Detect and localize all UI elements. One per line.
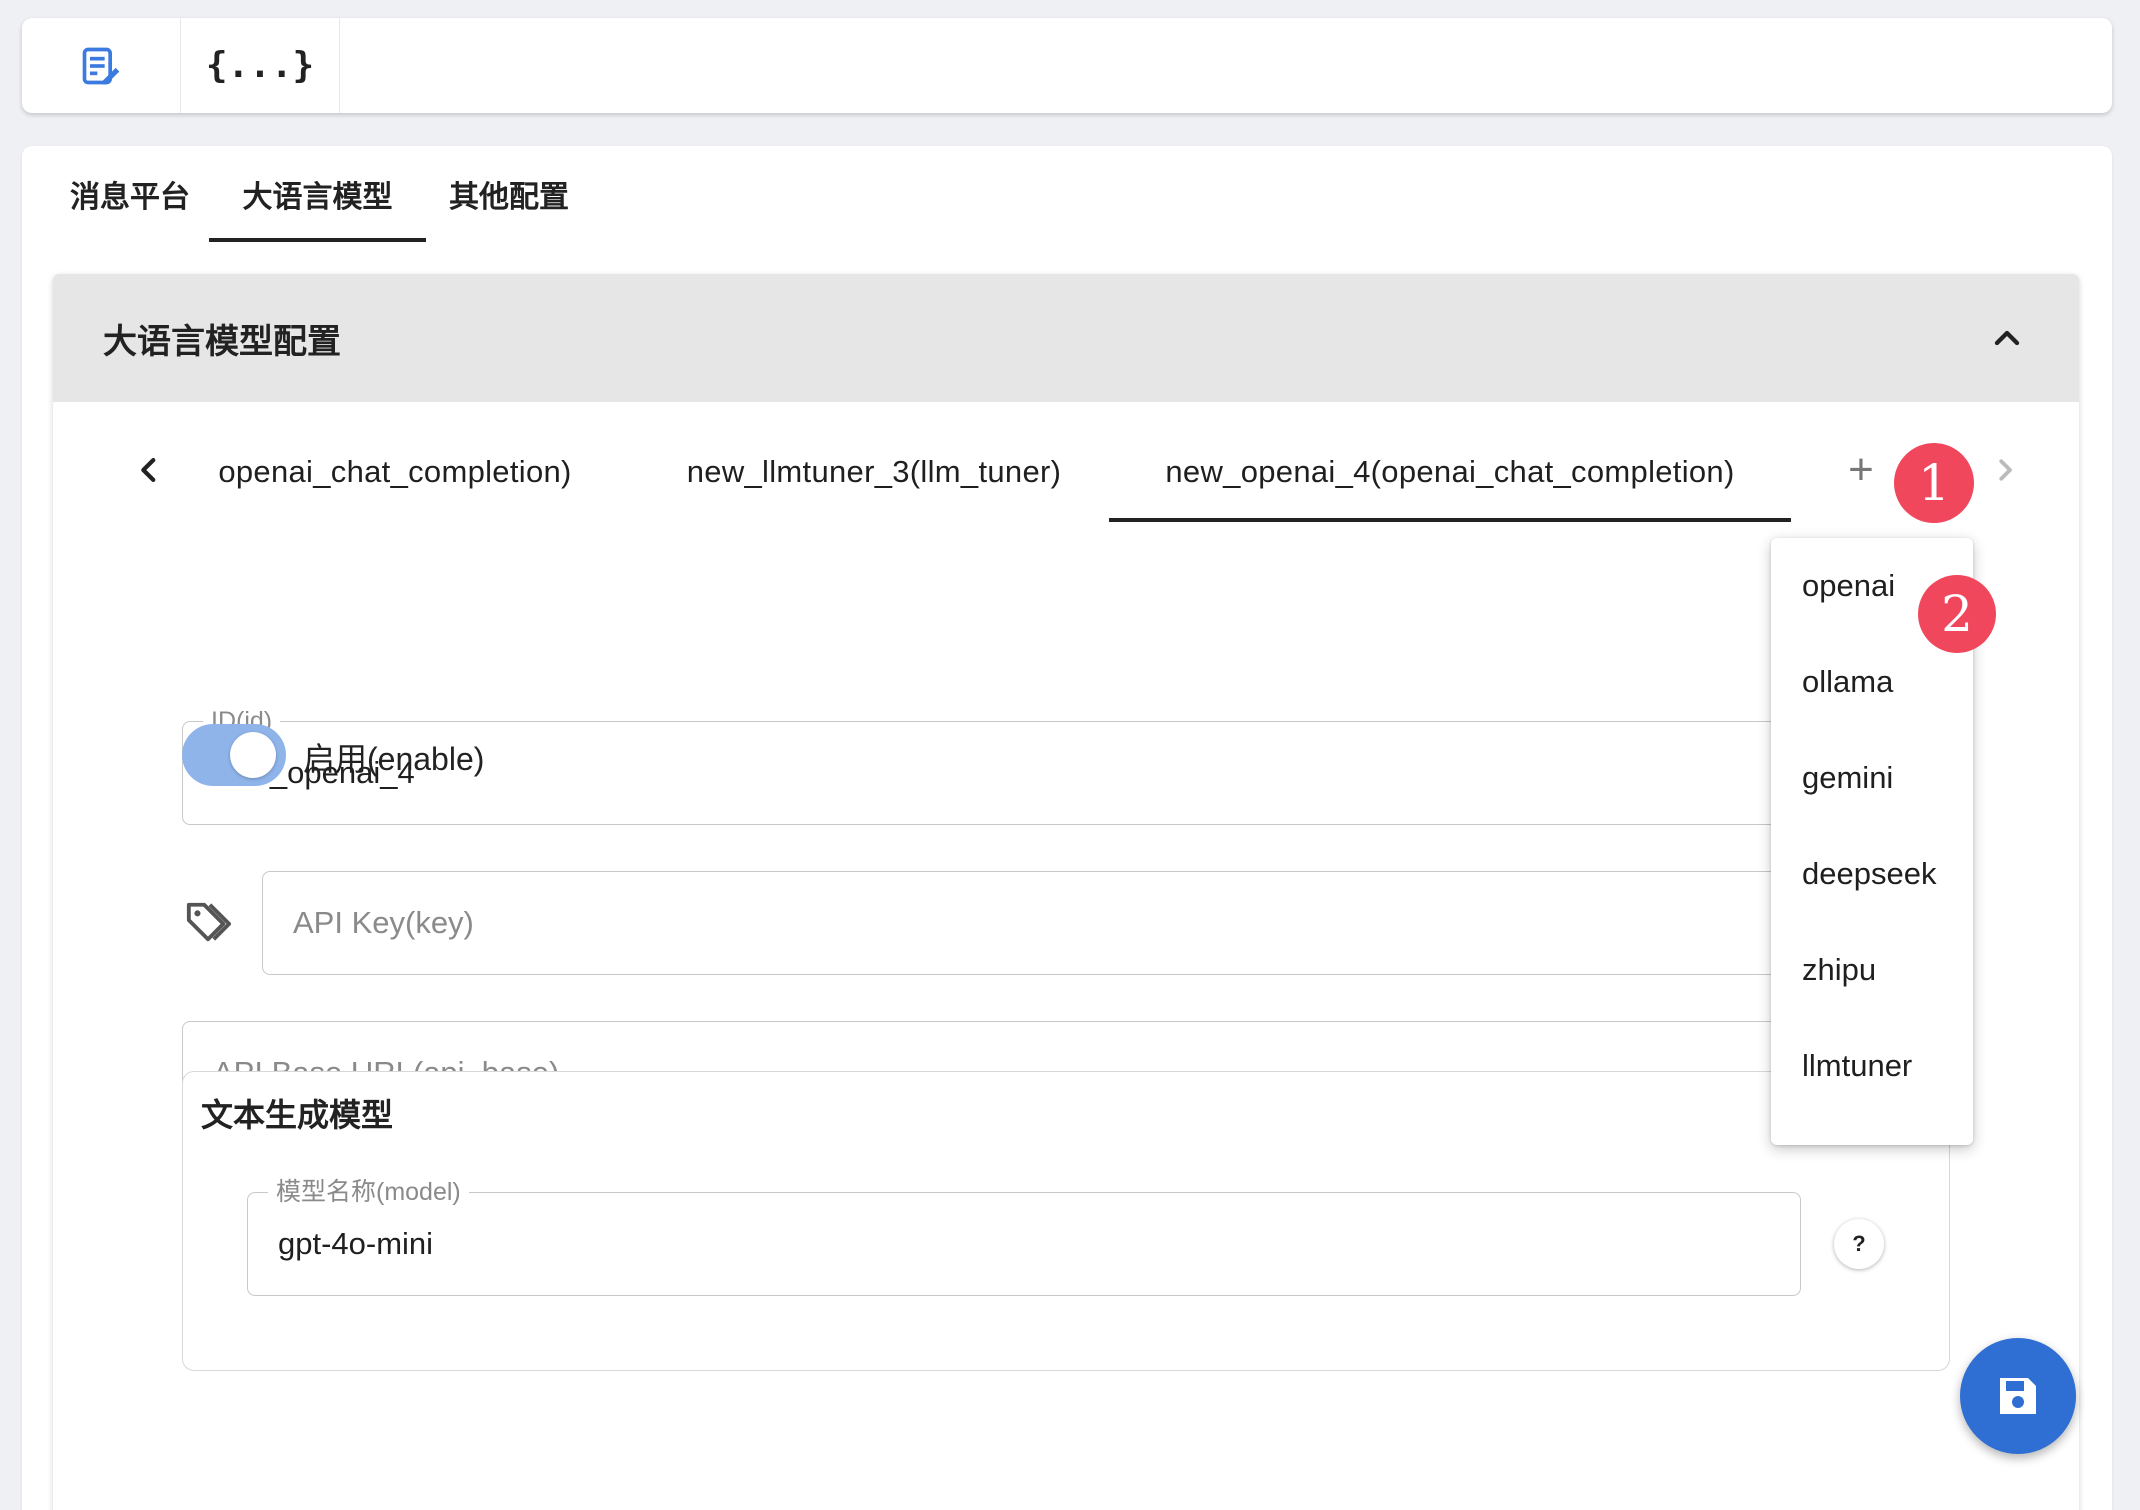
api-key-input[interactable]: API Key(key): [262, 871, 1962, 975]
chevron-right-icon: [1999, 459, 2012, 481]
api-key-placeholder: API Key(key): [293, 905, 474, 940]
provider-tab-label: openai_chat_completion): [218, 454, 572, 489]
annotation-badge-2: 2: [1918, 575, 1996, 653]
panel-title: 大语言模型配置: [103, 322, 341, 361]
provider-tab-label: new_openai_4(openai_chat_completion): [1165, 454, 1735, 489]
provider-tabs: openai_chat_completion) new_llmtuner_3(l…: [53, 422, 2079, 522]
visual-editor-button[interactable]: [22, 18, 181, 113]
model-help-button[interactable]: ?: [1834, 1219, 1884, 1269]
provider-tab-openai-chat-completion[interactable]: openai_chat_completion): [203, 422, 595, 522]
annotation-badge-1: 1: [1894, 443, 1974, 523]
save-icon: [2000, 1378, 2036, 1414]
menu-item-deepseek[interactable]: deepseek: [1771, 826, 1973, 922]
toggle-thumb: [230, 732, 276, 778]
tabs-scroll-left[interactable]: [119, 440, 179, 500]
tab-label: 消息平台: [70, 181, 190, 214]
model-name-input[interactable]: 模型名称(model) gpt-4o-mini: [247, 1178, 1801, 1296]
enable-toggle[interactable]: [182, 724, 286, 786]
model-name-value: gpt-4o-mini: [278, 1226, 434, 1261]
menu-item-llmtuner[interactable]: llmtuner: [1771, 1018, 1973, 1114]
tab-llm[interactable]: 大语言模型: [209, 146, 426, 242]
tab-message-platform[interactable]: 消息平台: [55, 146, 205, 242]
top-tabs: 消息平台 大语言模型 其他配置: [22, 146, 2112, 242]
save-button[interactable]: [1960, 1338, 2076, 1454]
provider-tab-label: new_llmtuner_3(llm_tuner): [686, 454, 1062, 489]
tabs-scroll-right[interactable]: [1975, 440, 2035, 500]
provider-tab-new-openai-4[interactable]: new_openai_4(openai_chat_completion): [1109, 422, 1791, 522]
json-editor-button[interactable]: {...}: [181, 18, 340, 113]
provider-tab-viewport: openai_chat_completion) new_llmtuner_3(l…: [203, 422, 1823, 522]
top-toolbar: {...}: [22, 18, 2112, 113]
edit-document-icon: [82, 47, 120, 84]
add-provider-button[interactable]: +: [1833, 442, 1889, 498]
text-model-section: 文本生成模型 模型名称(model) gpt-4o-mini ?: [182, 1071, 1950, 1371]
panel-header[interactable]: 大语言模型配置: [53, 274, 2079, 402]
provider-tab-new-llmtuner-3[interactable]: new_llmtuner_3(llm_tuner): [669, 422, 1079, 522]
json-braces-icon: {...}: [205, 45, 315, 86]
tab-label: 大语言模型: [242, 181, 393, 214]
menu-item-zhipu[interactable]: zhipu: [1771, 922, 1973, 1018]
menu-item-gemini[interactable]: gemini: [1771, 730, 1973, 826]
text-model-section-title: 文本生成模型: [201, 1097, 394, 1133]
tab-other-config[interactable]: 其他配置: [434, 146, 584, 242]
chevron-up-icon[interactable]: [1987, 318, 2027, 358]
chevron-left-icon: [141, 457, 156, 483]
tag-icon: [186, 902, 231, 942]
enable-toggle-label: 启用(enable): [303, 741, 485, 777]
tab-label: 其他配置: [449, 181, 569, 214]
